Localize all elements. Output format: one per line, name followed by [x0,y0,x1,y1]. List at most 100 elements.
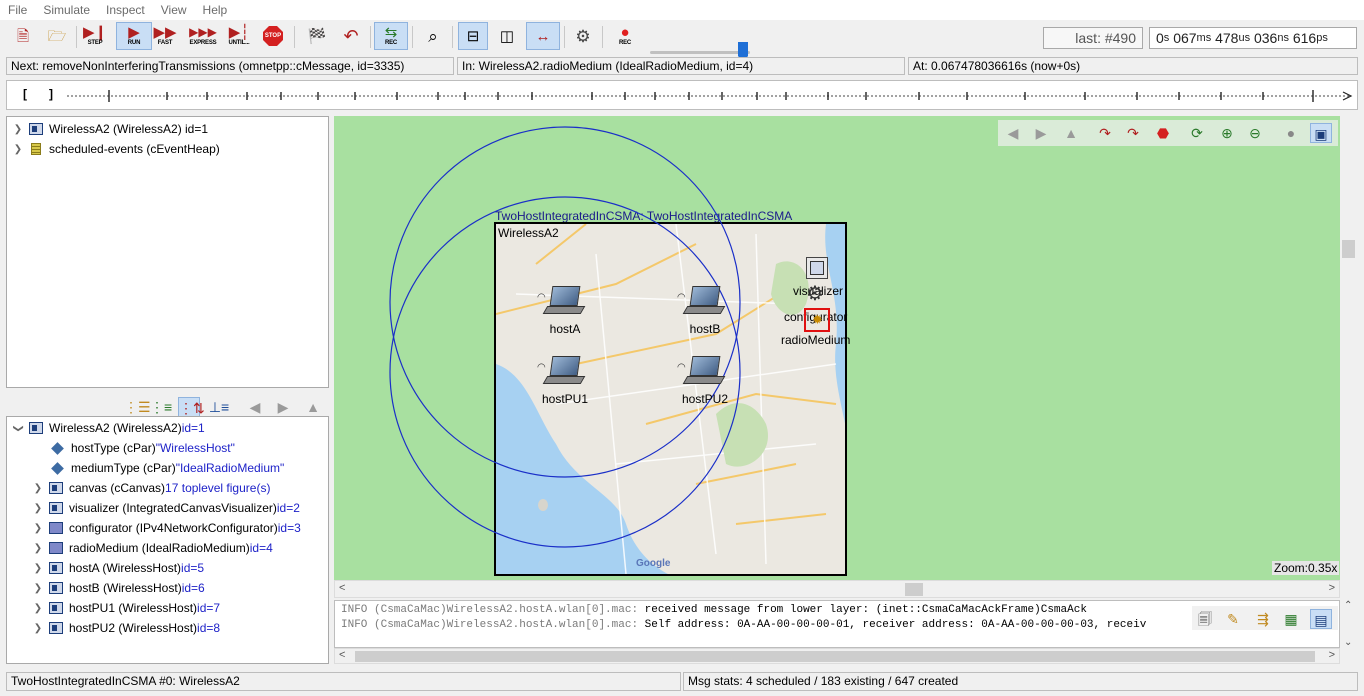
scroll-right-icon[interactable]: > [1329,582,1335,594]
inspector-item-mediumtype[interactable]: mediumType (cPar) "IdealRadioMedium" [51,458,284,478]
inspector-item-visualizer[interactable]: ❯ visualizer (IntegratedCanvasVisualizer)… [33,498,300,518]
expand-arrow-icon[interactable]: ❯ [33,603,43,614]
expand-arrow-icon[interactable]: ❯ [13,144,23,155]
expand-arrow-icon[interactable]: ❯ [33,543,43,554]
radio-tower-icon: ✹ [812,312,823,327]
expand-arrow-icon[interactable]: ❯ [33,563,43,574]
children-view-icon[interactable]: ⋮⇅ [178,397,205,417]
timeline-toggle-button[interactable]: ↔ [526,22,560,50]
speed-slider-track[interactable] [650,51,750,54]
find-button[interactable]: ⌕ [418,22,448,50]
group-by-package-icon[interactable]: ⋮☰ [124,397,151,417]
menu-view[interactable]: View [153,3,195,17]
zoom-in-icon[interactable]: ⊕ [1216,123,1238,143]
expand-arrow-icon[interactable]: ❯ [13,124,23,135]
object-inspector-panel: ❯ WirelessA2 (WirelessA2) id=1 hostType … [6,416,329,664]
log-viewer[interactable]: INFO (CsmaCaMac)WirelessA2.hostA.wlan[0]… [334,600,1340,648]
inspector-item-hostb[interactable]: ❯ hostB (WirelessHost) id=6 [33,578,205,598]
inspector-item-configurator[interactable]: ❯ configurator (IPv4NetworkConfigurator) … [33,518,301,538]
expand-arrow-icon[interactable]: ❯ [33,523,43,534]
layout-horizontal-button[interactable]: ⊟ [458,22,488,50]
relayout-icon[interactable]: ⟳ [1186,123,1208,143]
expand-arrow-icon[interactable]: ❯ [33,483,43,494]
canvas-horizontal-scrollbar[interactable]: < > [334,580,1340,598]
eventlog-rec-button[interactable]: ⇆ REC [374,22,408,50]
preferences-button[interactable]: ⚙ [568,22,598,50]
stop-button[interactable]: STOP [258,22,288,50]
scroll-down-icon[interactable]: ⌄ [1344,637,1352,648]
step-module-icon[interactable]: ↷ [1094,123,1116,143]
menu-simulate[interactable]: Simulate [35,3,98,17]
scrollbar-thumb[interactable] [1342,240,1355,258]
message-table-icon[interactable]: ▦ [1280,609,1302,629]
up-arrow-icon[interactable]: ▲ [302,397,324,417]
configurator-gear-icon[interactable]: ⚙ [806,283,824,305]
back-arrow-icon[interactable]: ◀ [1002,123,1024,143]
canvas-vertical-scrollbar[interactable] [1340,116,1358,580]
menu-inspect[interactable]: Inspect [98,3,153,17]
log-mode-icon[interactable]: ▤ [1310,609,1332,629]
run-module-icon[interactable]: ↷ [1122,123,1144,143]
expand-arrow-icon[interactable]: ❯ [33,623,43,634]
forward-arrow-icon[interactable]: ▶ [1030,123,1052,143]
expand-arrow-icon[interactable]: ❯ [33,583,43,594]
module-icon [49,482,63,494]
inspector-item-canvas[interactable]: ❯ canvas (cCanvas) 17 toplevel figure(s) [33,478,271,498]
tree-item-scheduled-events[interactable]: ❯ scheduled-events (cEventHeap) [13,139,220,159]
scrollbar-thumb[interactable] [355,651,1315,662]
back-arrow-icon[interactable]: ◀ [244,397,266,417]
forward-arrow-icon[interactable]: ▶ [272,397,294,417]
host-pu2[interactable]: ◠ hostPU2 [670,356,740,406]
new-run-button[interactable]: 🗎 [8,22,38,50]
run-button[interactable]: ▶ RUN [116,22,152,50]
scrollbar-thumb[interactable] [905,583,923,596]
timeline[interactable]: [ ] [6,80,1358,110]
finish-button[interactable]: 🏁 [302,22,332,50]
scroll-up-icon[interactable]: ⌃ [1344,600,1352,611]
expand-arrow-icon[interactable]: ❯ [33,503,43,514]
menu-help[interactable]: Help [195,3,236,17]
inspector-item-hosttype[interactable]: hostType (cPar) "WirelessHost" [51,438,235,458]
scroll-right-icon[interactable]: > [1329,649,1335,661]
inspector-root-item[interactable]: ❯ WirelessA2 (WirelessA2) id=1 [13,418,205,438]
menu-file[interactable]: File [0,3,35,17]
tree-item-network[interactable]: ❯ WirelessA2 (WirelessA2) id=1 [13,119,208,139]
fast-button[interactable]: ▶▶ FAST [150,22,180,50]
scroll-left-icon[interactable]: < [339,582,345,594]
video-rec-button[interactable]: ● REC [608,22,642,50]
new-run-icon: 🗎 [16,27,30,45]
until-button[interactable]: ▶┆ UNTIL... [222,22,256,50]
host-pu1[interactable]: ◠ hostPU1 [530,356,600,406]
stop-icon[interactable]: ⬣ [1152,123,1174,143]
inspector-item-hostpu1[interactable]: ❯ hostPU1 (WirelessHost) id=7 [33,598,220,618]
copy-icon[interactable]: 🗐 [1194,609,1216,629]
visualizer-module[interactable] [806,257,828,279]
rebuild-button[interactable]: ↶ [336,22,366,50]
inheritance-view-icon[interactable]: ⋮≡ [150,397,172,417]
module-icon [29,422,43,434]
filter-icon[interactable]: ⇶ [1252,609,1274,629]
log-vertical-scrollbar[interactable]: ⌃ ⌄ [1340,600,1358,648]
step-button[interactable]: ▶❙ STEP [80,22,110,50]
log-horizontal-scrollbar[interactable]: < > [334,648,1340,664]
laptop-icon: ◠ [537,286,586,316]
main-toolbar: 🗎 🗁 ▶❙ STEP ▶ RUN ▶▶ FAST ▶▶▶ EXPRESS ▶┆ UNTI… [0,20,1364,62]
inspector-item-radiomedium[interactable]: ❯ radioMedium (IdealRadioMedium) id=4 [33,538,273,558]
express-button[interactable]: ▶▶▶ EXPRESS [186,22,220,50]
host-b[interactable]: ◠ hostB [670,286,740,336]
find-log-icon[interactable]: ✎ [1222,609,1244,629]
checkered-flag-icon: 🏁 [307,27,327,45]
radio-medium-module[interactable]: ✹ [804,308,830,332]
flat-view-icon[interactable]: ⊥≡ [208,397,230,417]
scroll-left-icon[interactable]: < [339,649,345,661]
module-layers-icon[interactable]: ▣ [1310,123,1332,143]
animation-toggle-icon[interactable]: ● [1280,123,1302,143]
inspector-item-hosta[interactable]: ❯ hostA (WirelessHost) id=5 [33,558,204,578]
zoom-out-icon[interactable]: ⊖ [1244,123,1266,143]
load-button[interactable]: 🗁 [42,22,72,50]
layout-vertical-button[interactable]: ◫ [492,22,522,50]
collapse-arrow-icon[interactable]: ❯ [13,423,24,433]
inspector-item-hostpu2[interactable]: ❯ hostPU2 (WirelessHost) id=8 [33,618,220,638]
host-a[interactable]: ◠ hostA [530,286,600,336]
up-arrow-icon[interactable]: ▲ [1060,123,1082,143]
